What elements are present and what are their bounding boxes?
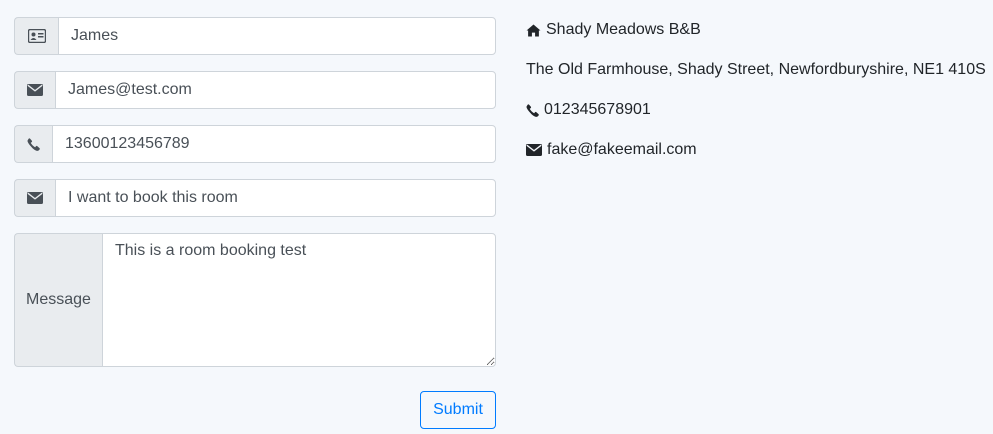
message-group: Message This is a room booking test [14, 233, 496, 367]
phone-icon [526, 103, 539, 117]
message-label: Message [14, 233, 102, 367]
phone-line: 012345678901 [526, 100, 986, 120]
envelope-icon [14, 71, 55, 109]
email-group [14, 71, 496, 109]
business-address: The Old Farmhouse, Shady Street, Newford… [526, 61, 986, 78]
submit-button[interactable]: Submit [420, 391, 496, 429]
contact-info: Shady Meadows B&B The Old Farmhouse, Sha… [526, 20, 986, 180]
name-group [14, 17, 496, 55]
envelope-icon [526, 144, 542, 156]
phone-group [14, 125, 496, 163]
envelope-icon [14, 179, 55, 217]
message-textarea[interactable]: This is a room booking test [102, 233, 496, 367]
business-email: fake@fakeemail.com [547, 141, 697, 158]
address-line: The Old Farmhouse, Shady Street, Newford… [526, 60, 986, 80]
business-name: Shady Meadows B&B [546, 21, 701, 38]
business-phone: 012345678901 [544, 101, 651, 118]
email-input[interactable] [55, 71, 496, 109]
id-card-icon [14, 17, 58, 55]
phone-icon [14, 125, 52, 163]
contact-form: Message This is a room booking test Subm… [14, 17, 496, 429]
subject-input[interactable] [55, 179, 496, 217]
home-icon [526, 23, 541, 37]
submit-row: Submit [14, 391, 496, 429]
email-line: fake@fakeemail.com [526, 140, 986, 160]
name-input[interactable] [58, 17, 496, 55]
business-name-line: Shady Meadows B&B [526, 20, 986, 40]
phone-input[interactable] [52, 125, 496, 163]
subject-group [14, 179, 496, 217]
